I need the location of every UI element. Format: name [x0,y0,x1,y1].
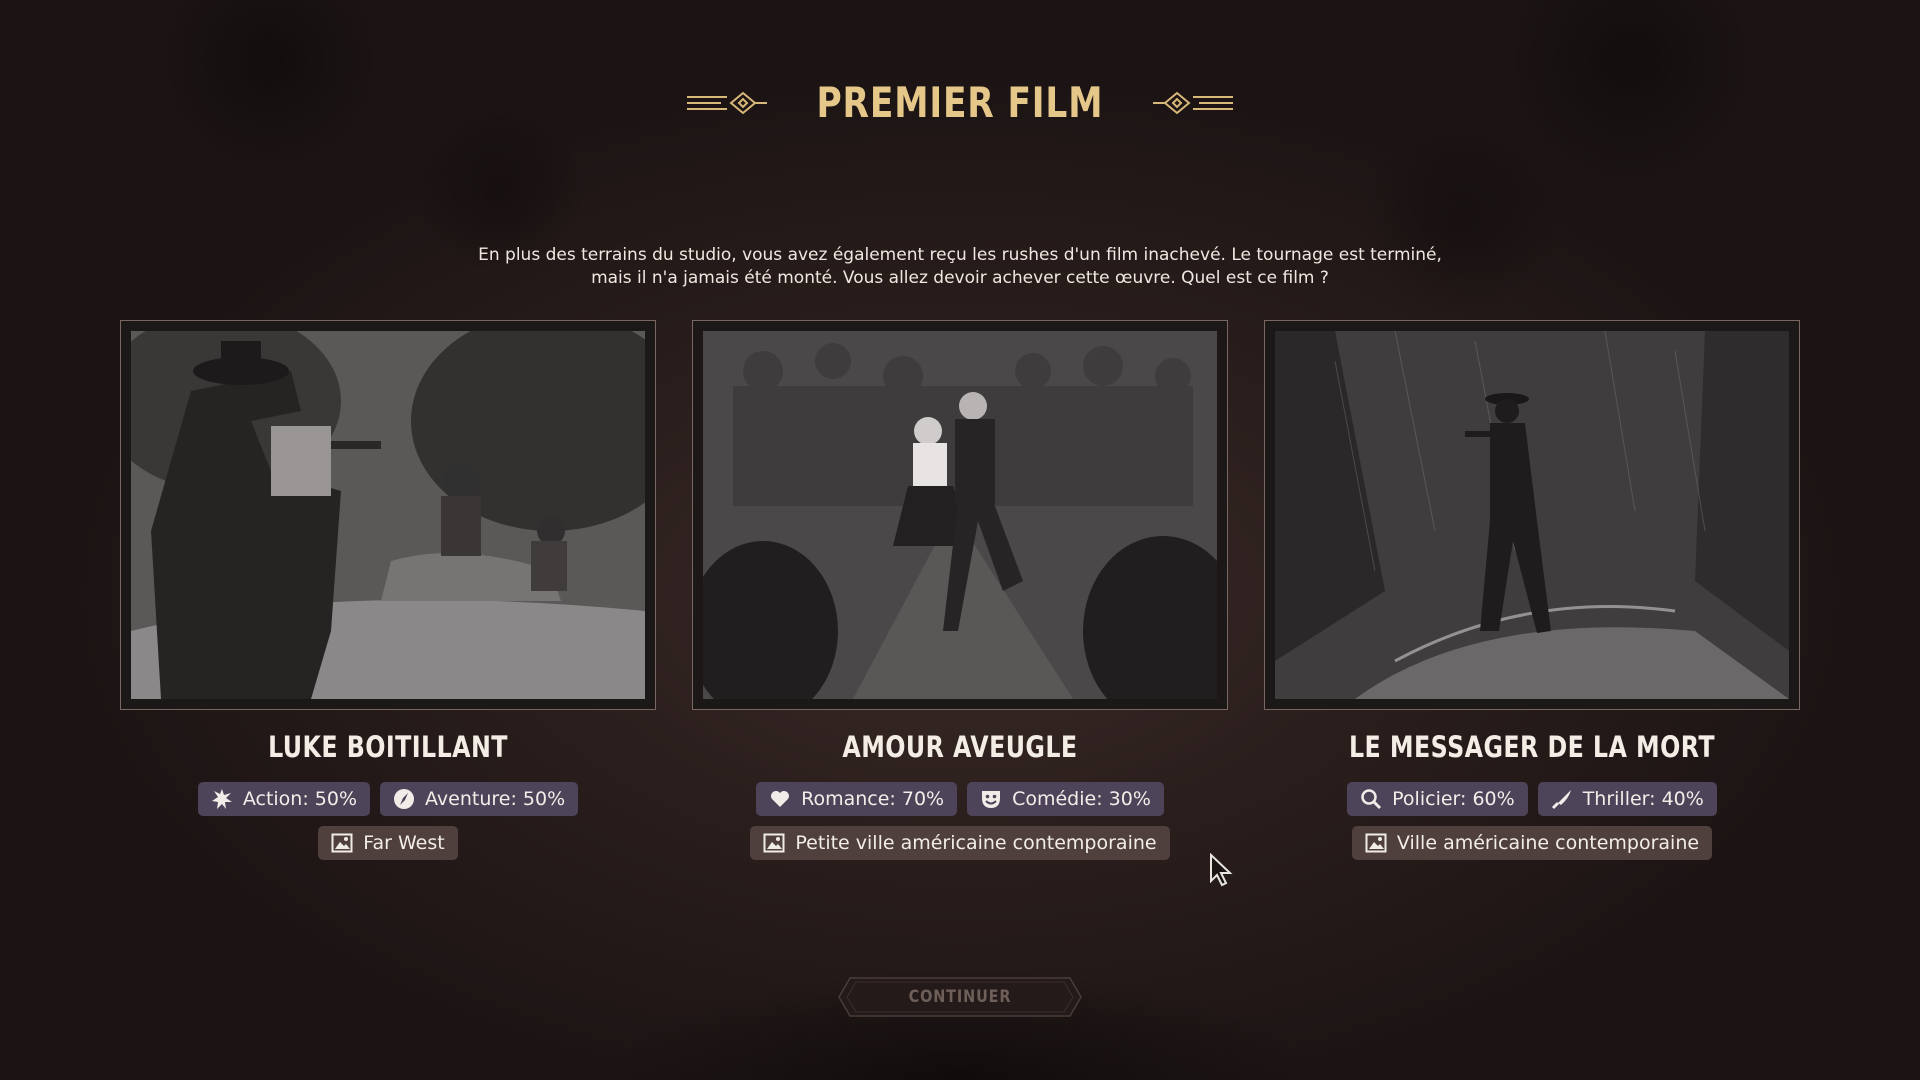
compass-icon [394,789,415,809]
western-scene-image [131,331,645,699]
picture-icon [763,833,785,853]
setting-chip: Ville américaine contemporaine [1351,826,1713,860]
genre-label: Romance: 70% [801,788,945,810]
mouse-cursor-icon [1210,853,1233,887]
genre-tags: Policier: 60% Thriller: 40% [1264,782,1800,816]
genre-chip-policier: Policier: 60% [1347,782,1528,816]
intro-line-2: mais il n'a jamais été monté. Vous allez… [591,268,1329,288]
genre-label: Comédie: 30% [1012,788,1151,810]
continue-button[interactable]: CONTINUER [838,977,1082,1017]
setting-label: Far West [363,832,445,854]
title-row: PREMIER FILM [0,78,1920,127]
explosion-icon [211,789,232,809]
mask-icon [982,791,1001,808]
setting-tags: Far West [120,826,656,860]
intro-text: En plus des terrains du studio, vous ave… [360,244,1560,290]
genre-label: Action: 50% [242,788,358,810]
film-poster-frame[interactable] [692,320,1228,710]
genre-chip-action: Action: 50% [197,782,371,816]
dance-scene-image [703,331,1217,699]
setting-tags: Petite ville américaine contemporaine [692,826,1228,860]
genre-tags: Action: 50% Aventure: 50% [120,782,656,816]
film-title: AMOUR AVEUGLE [842,730,1078,764]
left-ornament-icon [687,91,768,114]
genre-chip-romance: Romance: 70% [756,782,958,816]
setting-chip: Far West [318,826,458,860]
genre-label: Thriller: 40% [1582,788,1704,810]
magnifier-icon [1361,789,1382,810]
film-poster-frame[interactable] [120,320,656,710]
knife-icon [1551,790,1571,810]
genre-chip-thriller: Thriller: 40% [1537,782,1717,816]
setting-chip: Petite ville américaine contemporaine [750,826,1170,860]
film-poster-frame[interactable] [1264,320,1800,710]
genre-label: Policier: 60% [1392,788,1515,810]
page-title: PREMIER FILM [816,78,1104,127]
genre-tags: Romance: 70% Comédie: 30% [692,782,1228,816]
setting-label: Ville américaine contemporaine [1396,832,1700,854]
film-card-amour-aveugle[interactable]: AMOUR AVEUGLE Romance: 70% Comédie: 30% … [692,320,1228,860]
right-ornament-icon [1152,91,1233,114]
genre-chip-comedie: Comédie: 30% [967,782,1164,816]
film-title: LUKE BOITILLANT [268,730,508,764]
noir-scene-image [1275,331,1789,699]
genre-label: Aventure: 50% [425,788,566,810]
film-title: LE MESSAGER DE LA MORT [1348,730,1715,764]
setting-label: Petite ville américaine contemporaine [795,832,1157,854]
continue-label: CONTINUER [908,987,1012,1007]
heart-icon [771,791,790,807]
intro-line-1: En plus des terrains du studio, vous ave… [478,245,1442,265]
picture-icon [1365,833,1387,853]
picture-icon [331,833,353,853]
genre-chip-aventure: Aventure: 50% [380,782,579,816]
film-card-luke-boitillant[interactable]: LUKE BOITILLANT Action: 50% Aventure: 50… [120,320,656,860]
setting-tags: Ville américaine contemporaine [1264,826,1800,860]
film-card-le-messager-de-la-mort[interactable]: LE MESSAGER DE LA MORT Policier: 60% Thr… [1264,320,1800,860]
